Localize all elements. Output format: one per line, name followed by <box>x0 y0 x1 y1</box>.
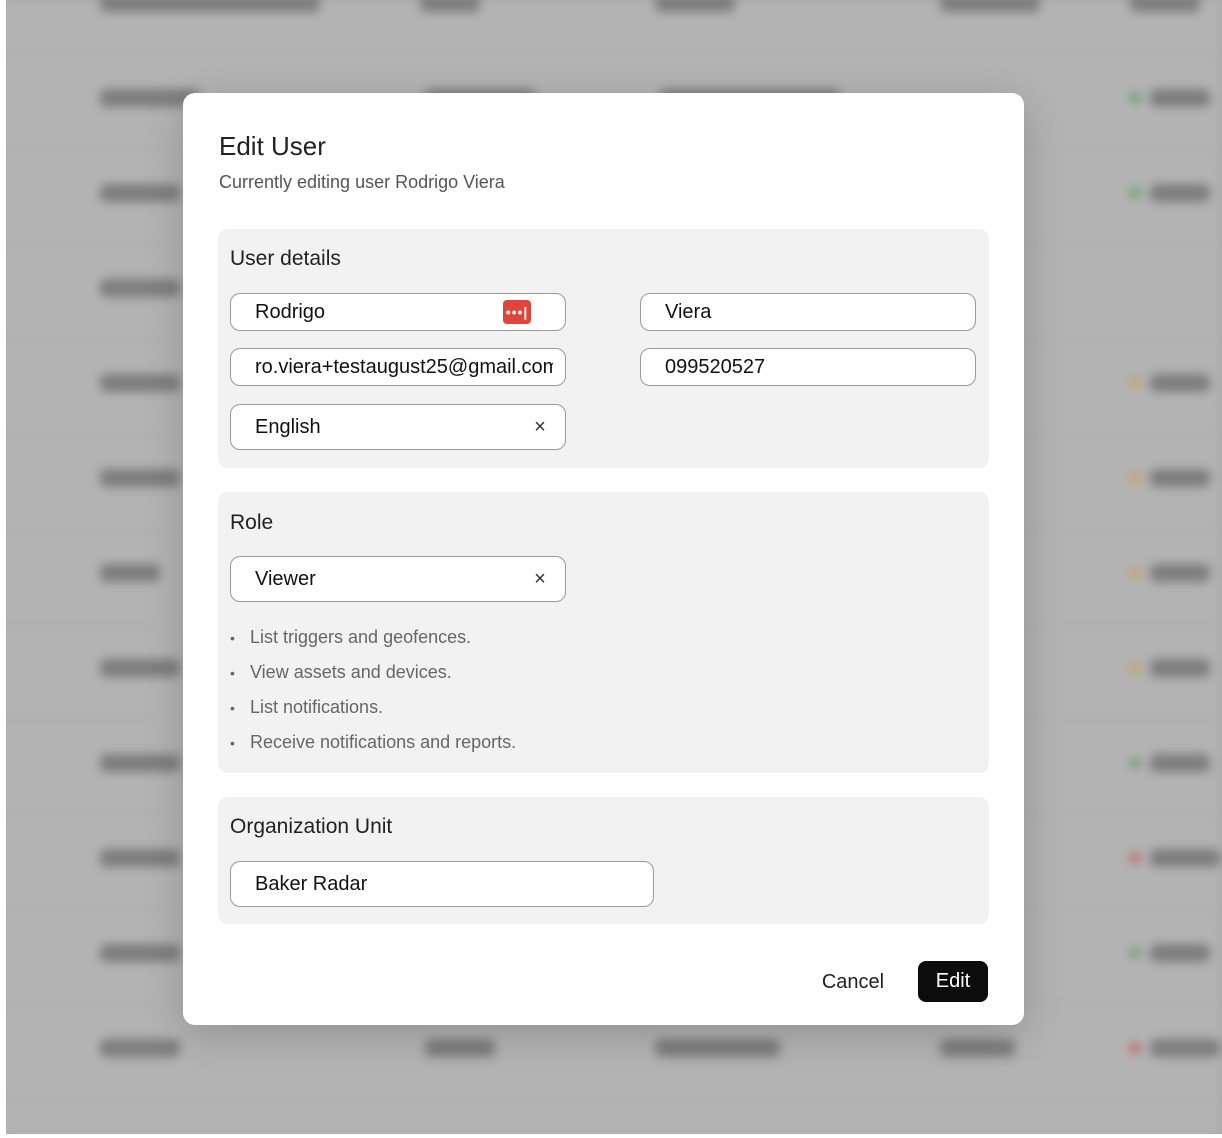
language-select[interactable]: English × <box>230 404 566 450</box>
permission-item: • List triggers and geofences. <box>230 627 472 647</box>
clear-role-icon[interactable]: × <box>527 566 553 592</box>
organization-unit-select[interactable]: Baker Radar <box>230 861 654 907</box>
cancel-button[interactable]: Cancel <box>810 961 896 1003</box>
last-name-value: Viera <box>665 300 712 323</box>
permission-item: • View assets and devices. <box>230 662 452 682</box>
edit-button[interactable]: Edit <box>918 961 988 1002</box>
role-value: Viewer <box>255 567 316 590</box>
phone-value: 099520527 <box>665 355 766 378</box>
edit-user-dialog: Edit User Currently editing user Rodrigo… <box>183 93 1024 1025</box>
permission-item: • List notifications. <box>230 697 384 717</box>
organization-unit-section: Organization Unit Baker Radar <box>218 797 989 924</box>
email-field[interactable]: ro.viera+testaugust25@gmail.com <box>230 348 566 386</box>
phone-field[interactable]: 099520527 <box>640 348 976 386</box>
role-select[interactable]: Viewer × <box>230 556 566 602</box>
password-manager-icon[interactable]: •••| <box>503 300 531 324</box>
user-details-section: User details Rodrigo •••| Viera ro.viera… <box>218 229 989 468</box>
role-section: Role Viewer × • List triggers and geofenc… <box>218 492 989 773</box>
organization-unit-title: Organization Unit <box>230 815 393 838</box>
dialog-title: Edit User <box>219 131 326 161</box>
role-permissions-list: • List triggers and geofences. • View asse… <box>230 620 516 760</box>
bullet-icon: • <box>230 699 235 716</box>
permission-item: • Receive notifications and reports. <box>230 732 517 752</box>
clear-language-icon[interactable]: × <box>527 414 553 440</box>
bullet-icon: • <box>230 629 235 646</box>
bullet-icon: • <box>230 734 235 751</box>
first-name-value: Rodrigo <box>255 300 326 323</box>
screen-edge <box>0 1134 1222 1138</box>
dialog-subtitle: Currently editing user Rodrigo Viera <box>219 172 505 192</box>
screen-edge <box>0 0 6 1138</box>
organization-unit-value: Baker Radar <box>255 872 368 895</box>
last-name-field[interactable]: Viera <box>640 293 976 331</box>
first-name-field[interactable]: Rodrigo •••| <box>230 293 566 331</box>
language-value: English <box>255 415 321 438</box>
bullet-icon: • <box>230 664 235 681</box>
role-title: Role <box>230 511 274 534</box>
background-row <box>0 0 1222 55</box>
user-details-title: User details <box>230 247 341 270</box>
email-value: ro.viera+testaugust25@gmail.com <box>255 355 553 378</box>
